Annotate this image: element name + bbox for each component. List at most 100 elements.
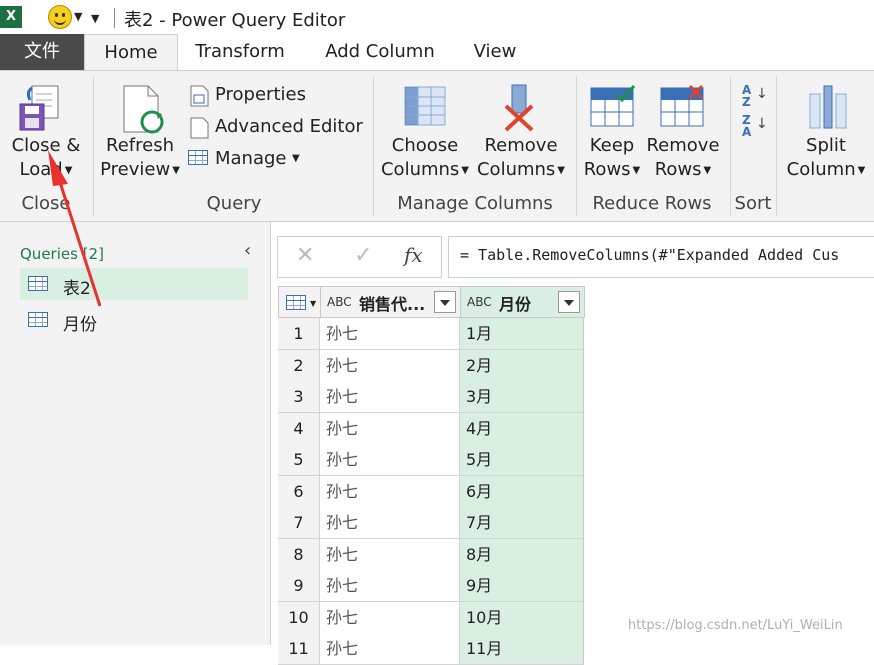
group-label-sort: Sort: [734, 193, 772, 214]
advanced-editor-button[interactable]: Advanced Editor: [188, 115, 368, 139]
confirm-icon[interactable]: ✓: [354, 243, 372, 268]
table-cell[interactable]: 孙七: [320, 633, 460, 665]
row-number[interactable]: 10: [278, 601, 320, 634]
close-and-load-icon: [19, 85, 59, 131]
row-number[interactable]: 5: [278, 444, 320, 476]
sort-descending-icon: Z A: [742, 113, 752, 139]
row-number[interactable]: 8: [278, 538, 320, 571]
filter-dropdown-button[interactable]: [434, 291, 456, 313]
table-cell[interactable]: 2月: [460, 349, 584, 382]
table-cell[interactable]: 4月: [460, 412, 584, 445]
table-cell[interactable]: 孙七: [320, 412, 460, 445]
query-item-label: 月份: [63, 315, 97, 335]
chevron-down-icon: ▼: [172, 165, 180, 176]
tab-transform[interactable]: Transform: [190, 34, 290, 70]
remove-columns-label[interactable]: Remove: [474, 134, 568, 158]
table-cell[interactable]: 5月: [460, 444, 584, 476]
chevron-down-icon: ▼: [557, 165, 565, 176]
remove-rows-button[interactable]: [660, 84, 706, 128]
refresh-preview-dropdown[interactable]: Preview ▼: [98, 158, 182, 183]
queries-header: Queries [2]: [20, 245, 104, 263]
properties-icon: [190, 85, 209, 107]
tab-view[interactable]: View: [468, 34, 522, 70]
refresh-label[interactable]: Refresh: [98, 134, 182, 158]
table-icon: [188, 150, 208, 165]
row-number[interactable]: 3: [278, 381, 320, 413]
choose-columns-button[interactable]: [404, 86, 446, 128]
sort-ascending-icon: A Z: [742, 83, 752, 109]
fx-icon[interactable]: fx: [404, 243, 423, 267]
split-column-button[interactable]: [806, 84, 850, 130]
table-cell[interactable]: 孙七: [320, 538, 460, 571]
table-cell[interactable]: 孙七: [320, 444, 460, 476]
smiley-icon[interactable]: [48, 5, 72, 29]
row-number[interactable]: 4: [278, 412, 320, 445]
table-cell[interactable]: 7月: [460, 507, 584, 539]
table-cell[interactable]: 孙七: [320, 507, 460, 539]
chevron-down-icon: ▼: [310, 299, 317, 308]
collapse-pane-icon[interactable]: ‹: [244, 240, 251, 261]
close-and-load-dropdown[interactable]: Load ▼: [8, 158, 84, 183]
row-number[interactable]: 6: [278, 475, 320, 508]
manage-label: Manage: [215, 148, 287, 169]
group-label-reduce-rows: Reduce Rows: [592, 193, 712, 214]
remove-rows-label[interactable]: Remove: [646, 134, 720, 158]
manage-button[interactable]: Manage ▼: [188, 147, 308, 171]
table-menu-button[interactable]: ▼: [278, 286, 321, 318]
filter-dropdown-button[interactable]: [558, 291, 580, 313]
tab-file[interactable]: 文件: [0, 34, 84, 70]
choose-columns-dropdown[interactable]: Columns ▼: [378, 158, 472, 183]
abc-type-icon[interactable]: ABC: [327, 295, 352, 309]
refresh-preview-button[interactable]: [120, 84, 164, 134]
choose-columns-label-2: Columns: [380, 159, 460, 180]
row-number[interactable]: 1: [278, 318, 320, 350]
row-number[interactable]: 11: [278, 633, 320, 665]
remove-columns-button[interactable]: [500, 84, 540, 132]
column-header[interactable]: ABC 销售代...: [320, 286, 461, 318]
remove-columns-dropdown[interactable]: Columns ▼: [474, 158, 568, 183]
table-cell[interactable]: 6月: [460, 475, 584, 508]
title-bar: X ▼ ▼ 表2 - Power Query Editor: [0, 0, 874, 34]
table-cell[interactable]: 孙七: [320, 570, 460, 602]
choose-columns-icon: [404, 86, 446, 126]
table-cell[interactable]: 1月: [460, 318, 584, 350]
table-cell[interactable]: 10月: [460, 601, 584, 634]
close-and-load-button[interactable]: [18, 84, 66, 134]
query-item-月份[interactable]: 月份: [20, 304, 248, 336]
row-number[interactable]: 2: [278, 349, 320, 382]
properties-button[interactable]: Properties: [188, 83, 368, 107]
close-and-load-label[interactable]: Close &: [8, 134, 84, 158]
tab-home[interactable]: Home: [84, 34, 178, 72]
keep-rows-button[interactable]: [590, 84, 636, 128]
table-cell[interactable]: 3月: [460, 381, 584, 413]
customize-toolbar-icon[interactable]: ▼: [91, 12, 99, 25]
row-number[interactable]: 9: [278, 570, 320, 602]
row-number[interactable]: 7: [278, 507, 320, 539]
keep-rows-dropdown[interactable]: Rows ▼: [580, 158, 644, 183]
table-cell[interactable]: 8月: [460, 538, 584, 571]
tab-add-column[interactable]: Add Column: [318, 34, 442, 70]
table-cell[interactable]: 孙七: [320, 349, 460, 382]
advanced-editor-label: Advanced Editor: [215, 116, 363, 137]
query-item-label: 表2: [63, 279, 91, 299]
remove-rows-dropdown[interactable]: Rows ▼: [646, 158, 720, 183]
choose-columns-label[interactable]: Choose: [378, 134, 472, 158]
group-separator: [730, 76, 731, 216]
query-item-表2[interactable]: 表2: [20, 268, 248, 300]
feedback-dropdown-icon[interactable]: ▼: [74, 10, 82, 23]
remove-rows-label-2: Rows: [654, 159, 702, 180]
table-cell[interactable]: 孙七: [320, 381, 460, 413]
title-separator: [114, 8, 115, 28]
table-cell[interactable]: 孙七: [320, 601, 460, 634]
column-header[interactable]: ABC 月份: [460, 286, 585, 318]
table-cell[interactable]: 孙七: [320, 475, 460, 508]
split-column-label[interactable]: Split: [784, 134, 868, 158]
abc-type-icon[interactable]: ABC: [467, 295, 492, 309]
keep-rows-label[interactable]: Keep: [580, 134, 644, 158]
table-cell[interactable]: 9月: [460, 570, 584, 602]
chevron-down-icon: ▼: [857, 165, 866, 176]
table-cell[interactable]: 11月: [460, 633, 584, 665]
cancel-icon[interactable]: ✕: [296, 243, 314, 268]
split-column-dropdown[interactable]: Column ▼: [784, 158, 868, 183]
table-cell[interactable]: 孙七: [320, 318, 460, 350]
